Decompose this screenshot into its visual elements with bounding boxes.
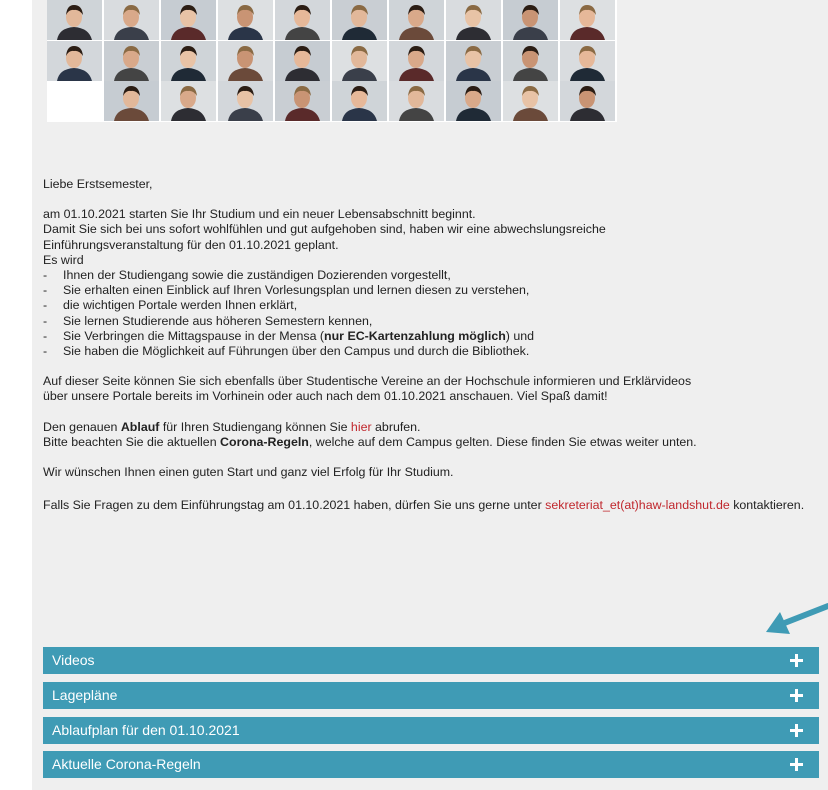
accordion-label: Videos bbox=[52, 652, 95, 668]
staff-photo bbox=[503, 0, 558, 40]
contact-line: Falls Sie Fragen zu dem Einführungstag a… bbox=[43, 495, 813, 516]
staff-photo bbox=[389, 41, 444, 81]
text: für Ihren Studiengang können Sie bbox=[159, 419, 351, 434]
text: abrufen. bbox=[371, 419, 421, 434]
text: Den genauen bbox=[43, 419, 121, 434]
intro-line-1: am 01.10.2021 starten Sie Ihr Studium un… bbox=[43, 207, 476, 222]
greeting: Liebe Erstsemester, bbox=[43, 177, 153, 191]
agenda-item: Ihnen der Studiengang sowie die zuständi… bbox=[43, 268, 813, 283]
staff-photo bbox=[275, 81, 330, 121]
corona-line: Bitte beachten Sie die aktuellen Corona-… bbox=[43, 435, 813, 450]
wishes-line: Wir wünschen Ihnen einen guten Start und… bbox=[43, 465, 454, 480]
accordion-ablaufplan[interactable]: Ablaufplan für den 01.10.2021 bbox=[43, 717, 819, 744]
text: Falls Sie Fragen zu dem Einführungstag a… bbox=[43, 498, 546, 513]
ablauf-bold: Ablauf bbox=[120, 419, 160, 434]
text: kontaktieren. bbox=[729, 498, 805, 513]
corona-bold: Corona-Regeln bbox=[220, 434, 309, 449]
staff-photo bbox=[47, 0, 102, 40]
staff-photo bbox=[332, 81, 387, 121]
agenda-item: Sie lernen Studierende aus höheren Semes… bbox=[43, 314, 813, 329]
staff-photo bbox=[446, 41, 501, 81]
agenda-text: ) und bbox=[505, 328, 535, 343]
staff-photo bbox=[560, 41, 615, 81]
info-line-2: über unsere Portale bereits im Vorhinein… bbox=[43, 389, 608, 404]
agenda-item: die wichtigen Portale werden Ihnen erklä… bbox=[43, 298, 813, 313]
accordion-lageplaene[interactable]: Lagepläne bbox=[43, 682, 819, 709]
staff-photo bbox=[389, 81, 444, 121]
accordion-corona[interactable]: Aktuelle Corona-Regeln bbox=[43, 751, 819, 778]
agenda-list: Ihnen der Studiengang sowie die zuständi… bbox=[43, 268, 813, 359]
agenda-text: Sie Verbringen die Mittagspause in der M… bbox=[63, 328, 325, 343]
staff-photo bbox=[161, 81, 216, 121]
staff-photo bbox=[218, 0, 273, 40]
intro-line-3: Einführungsveranstaltung für den 01.10.2… bbox=[43, 237, 339, 252]
staff-photo bbox=[104, 41, 159, 81]
intro-line-2: Damit Sie sich bei uns sofort wohlfühlen… bbox=[43, 222, 606, 237]
staff-photo bbox=[332, 41, 387, 81]
email-link[interactable]: sekreteriat_et(at)haw-landshut.de bbox=[545, 498, 730, 512]
staff-photo bbox=[47, 41, 102, 81]
schedule-link[interactable]: hier bbox=[351, 420, 372, 434]
staff-photo bbox=[503, 81, 558, 121]
text: , welche auf dem Campus gelten. Diese fi… bbox=[308, 434, 697, 449]
arrow-icon bbox=[766, 603, 828, 634]
staff-photo bbox=[104, 81, 159, 121]
staff-photo bbox=[446, 0, 501, 40]
staff-photo bbox=[218, 41, 273, 81]
plus-icon[interactable] bbox=[790, 724, 803, 737]
agenda-item: Sie erhalten einen Einblick auf Ihren Vo… bbox=[43, 283, 813, 298]
info-line-1: Auf dieser Seite können Sie sich ebenfal… bbox=[43, 374, 692, 389]
staff-photo bbox=[389, 0, 444, 40]
agenda-item: Sie Verbringen die Mittagspause in der M… bbox=[43, 329, 813, 344]
staff-photo bbox=[446, 81, 501, 121]
staff-photo bbox=[275, 41, 330, 81]
plus-icon[interactable] bbox=[790, 689, 803, 702]
plus-icon[interactable] bbox=[790, 654, 803, 667]
staff-photo bbox=[275, 0, 330, 40]
intro-line-4: Es wird bbox=[43, 252, 84, 267]
staff-photo bbox=[161, 41, 216, 81]
staff-photo bbox=[161, 0, 216, 40]
accordion-label: Ablaufplan für den 01.10.2021 bbox=[52, 722, 240, 738]
staff-photo bbox=[560, 0, 615, 40]
staff-photo bbox=[332, 0, 387, 40]
accordion-label: Lagepläne bbox=[52, 687, 118, 703]
text: Bitte beachten Sie die aktuellen bbox=[43, 434, 221, 449]
staff-photo-collage bbox=[47, 0, 617, 122]
staff-photo bbox=[104, 0, 159, 40]
agenda-item: Sie haben die Möglichkeit auf Führungen … bbox=[43, 344, 813, 359]
intro-text: Liebe Erstsemester, am 01.10.2021 starte… bbox=[43, 177, 813, 516]
accordion-label: Aktuelle Corona-Regeln bbox=[52, 756, 201, 772]
staff-photo bbox=[503, 41, 558, 81]
staff-photo bbox=[560, 81, 615, 121]
staff-photo bbox=[218, 81, 273, 121]
ec-card-note: nur EC-Kartenzahlung möglich bbox=[324, 328, 506, 343]
accordion-videos[interactable]: Videos bbox=[43, 647, 819, 674]
plus-icon[interactable] bbox=[790, 758, 803, 771]
schedule-line: Den genauen Ablauf für Ihren Studiengang… bbox=[43, 420, 813, 435]
